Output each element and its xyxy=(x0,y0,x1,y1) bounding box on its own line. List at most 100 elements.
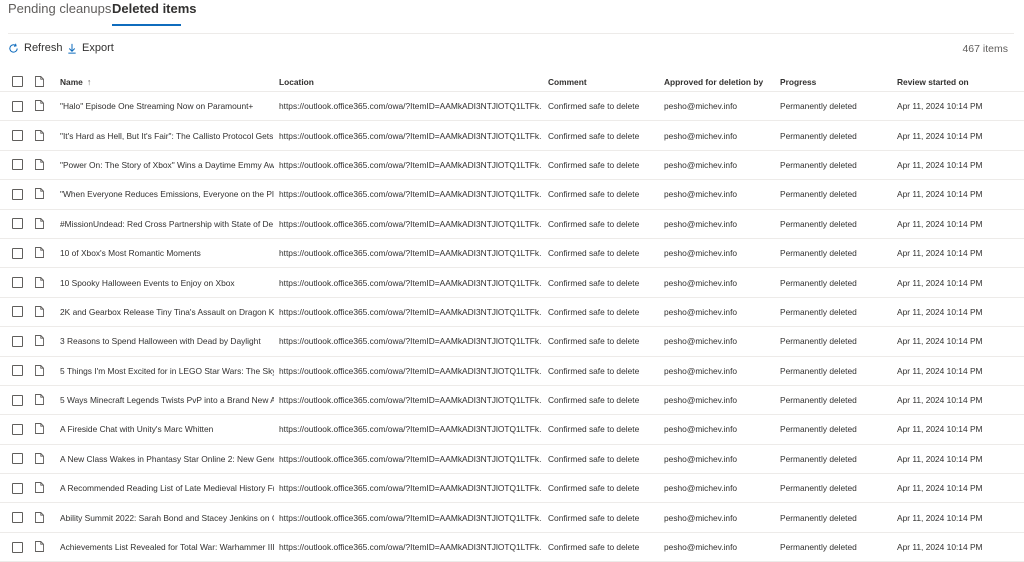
item-progress: Permanently deleted xyxy=(780,424,857,435)
table-row[interactable]: 10 of Xbox's Most Romantic Moments https:… xyxy=(0,239,1024,269)
column-header-name[interactable]: Name ↑ xyxy=(60,72,274,91)
item-review-started: Apr 11, 2024 10:14 PM xyxy=(897,483,983,494)
item-comment: Confirmed safe to delete xyxy=(548,512,640,523)
item-location: https://outlook.office365.com/owa/?ItemI… xyxy=(279,277,541,288)
export-button[interactable]: Export xyxy=(67,42,114,54)
item-progress: Permanently deleted xyxy=(780,336,857,347)
item-approved-by: pesho@michev.info xyxy=(664,189,738,200)
item-review-started: Apr 11, 2024 10:14 PM xyxy=(897,453,983,464)
item-name[interactable]: "Power On: The Story of Xbox" Wins a Day… xyxy=(60,151,274,179)
item-location: https://outlook.office365.com/owa/?ItemI… xyxy=(279,542,541,553)
refresh-label: Refresh xyxy=(24,42,63,54)
table-row[interactable]: "Power On: The Story of Xbox" Wins a Day… xyxy=(0,151,1024,181)
item-location: https://outlook.office365.com/owa/?ItemI… xyxy=(279,189,541,200)
item-name[interactable]: 10 Spooky Halloween Events to Enjoy on X… xyxy=(60,268,274,296)
items-count: 467 items xyxy=(962,43,1008,55)
row-checkbox[interactable] xyxy=(12,512,23,524)
select-all-checkbox[interactable] xyxy=(12,76,23,87)
document-icon xyxy=(35,276,44,288)
item-comment: Confirmed safe to delete xyxy=(548,248,640,259)
file-type-icon xyxy=(35,75,44,87)
column-header-approved[interactable]: Approved for deletion by xyxy=(664,72,774,91)
document-icon xyxy=(35,423,44,435)
table-row[interactable]: 2K and Gearbox Release Tiny Tina's Assau… xyxy=(0,298,1024,328)
row-checkbox[interactable] xyxy=(12,130,23,142)
row-checkbox[interactable] xyxy=(12,365,23,377)
column-header-review-started[interactable]: Review started on xyxy=(897,72,1017,91)
row-checkbox[interactable] xyxy=(12,306,23,318)
tab-deleted-items[interactable]: Deleted items xyxy=(112,1,197,17)
item-location: https://outlook.office365.com/owa/?ItemI… xyxy=(279,306,541,317)
item-review-started: Apr 11, 2024 10:14 PM xyxy=(897,336,983,347)
row-checkbox[interactable] xyxy=(12,159,23,171)
document-icon xyxy=(35,247,44,259)
row-checkbox[interactable] xyxy=(12,541,23,553)
item-comment: Confirmed safe to delete xyxy=(548,101,640,112)
document-icon xyxy=(35,305,44,317)
row-checkbox[interactable] xyxy=(12,394,23,406)
document-icon xyxy=(35,511,44,523)
item-review-started: Apr 11, 2024 10:14 PM xyxy=(897,189,983,200)
item-name[interactable]: Achievements List Revealed for Total War… xyxy=(60,533,274,561)
refresh-button[interactable]: Refresh xyxy=(8,42,63,54)
row-checkbox[interactable] xyxy=(12,482,23,494)
table-row[interactable]: "When Everyone Reduces Emissions, Everyo… xyxy=(0,180,1024,210)
table-row[interactable]: 5 Ways Minecraft Legends Twists PvP into… xyxy=(0,386,1024,416)
item-name[interactable]: A Recommended Reading List of Late Medie… xyxy=(60,474,274,502)
item-name[interactable]: Ability Summit 2022: Sarah Bond and Stac… xyxy=(60,503,274,531)
document-icon xyxy=(35,159,44,170)
table-row[interactable]: #MissionUndead: Red Cross Partnership wi… xyxy=(0,210,1024,239)
table-row[interactable]: A New Class Wakes in Phantasy Star Onlin… xyxy=(0,445,1024,475)
item-progress: Permanently deleted xyxy=(780,395,857,406)
table-row[interactable]: 3 Reasons to Spend Halloween with Dead b… xyxy=(0,327,1024,357)
item-approved-by: pesho@michev.info xyxy=(664,130,738,141)
column-header-comment[interactable]: Comment xyxy=(548,72,658,91)
item-name[interactable]: 10 of Xbox's Most Romantic Moments xyxy=(60,239,274,267)
row-checkbox[interactable] xyxy=(12,335,23,347)
table-row[interactable]: "Halo" Episode One Streaming Now on Para… xyxy=(0,92,1024,122)
item-name[interactable]: 3 Reasons to Spend Halloween with Dead b… xyxy=(60,327,274,355)
table-row[interactable]: A Fireside Chat with Unity's Marc Whitte… xyxy=(0,415,1024,445)
item-location: https://outlook.office365.com/owa/?ItemI… xyxy=(279,130,541,141)
item-name[interactable]: A Fireside Chat with Unity's Marc Whitte… xyxy=(60,415,274,443)
item-location: https://outlook.office365.com/owa/?ItemI… xyxy=(279,336,541,347)
item-comment: Confirmed safe to delete xyxy=(548,483,640,494)
tab-pending-cleanups[interactable]: Pending cleanups xyxy=(8,1,111,17)
item-name[interactable]: 5 Things I'm Most Excited for in LEGO St… xyxy=(60,357,274,385)
item-approved-by: pesho@michev.info xyxy=(664,453,738,464)
table-row[interactable]: 10 Spooky Halloween Events to Enjoy on X… xyxy=(0,268,1024,298)
item-progress: Permanently deleted xyxy=(780,248,857,259)
item-location: https://outlook.office365.com/owa/?ItemI… xyxy=(279,424,541,435)
column-header-location[interactable]: Location xyxy=(279,72,541,91)
column-header-progress[interactable]: Progress xyxy=(780,72,890,91)
item-comment: Confirmed safe to delete xyxy=(548,336,640,347)
row-checkbox[interactable] xyxy=(12,423,23,435)
table-row[interactable]: 5 Things I'm Most Excited for in LEGO St… xyxy=(0,357,1024,386)
column-header-name-label: Name xyxy=(60,76,83,87)
item-approved-by: pesho@michev.info xyxy=(664,483,738,494)
item-review-started: Apr 11, 2024 10:14 PM xyxy=(897,542,983,553)
table-row[interactable]: Ability Summit 2022: Sarah Bond and Stac… xyxy=(0,503,1024,533)
row-checkbox[interactable] xyxy=(12,453,23,465)
document-icon xyxy=(35,364,44,376)
item-approved-by: pesho@michev.info xyxy=(664,248,738,259)
item-name[interactable]: A New Class Wakes in Phantasy Star Onlin… xyxy=(60,445,274,473)
row-checkbox[interactable] xyxy=(12,100,23,112)
row-checkbox[interactable] xyxy=(12,247,23,259)
item-name[interactable]: "It's Hard as Hell, But It's Fair": The … xyxy=(60,121,274,149)
row-checkbox[interactable] xyxy=(12,218,23,230)
pivot-tabs: Pending cleanups Deleted items xyxy=(0,0,1024,32)
item-approved-by: pesho@michev.info xyxy=(664,277,738,288)
item-name[interactable]: "Halo" Episode One Streaming Now on Para… xyxy=(60,92,274,120)
tabs-divider xyxy=(8,33,1014,34)
item-name[interactable]: #MissionUndead: Red Cross Partnership wi… xyxy=(60,210,274,238)
item-name[interactable]: 2K and Gearbox Release Tiny Tina's Assau… xyxy=(60,298,274,326)
item-progress: Permanently deleted xyxy=(780,159,857,170)
item-name[interactable]: "When Everyone Reduces Emissions, Everyo… xyxy=(60,180,274,208)
row-checkbox[interactable] xyxy=(12,277,23,289)
table-row[interactable]: A Recommended Reading List of Late Medie… xyxy=(0,474,1024,504)
item-name[interactable]: 5 Ways Minecraft Legends Twists PvP into… xyxy=(60,386,274,414)
document-icon xyxy=(35,129,44,141)
row-checkbox[interactable] xyxy=(12,188,23,200)
table-row[interactable]: "It's Hard as Hell, But It's Fair": The … xyxy=(0,121,1024,151)
